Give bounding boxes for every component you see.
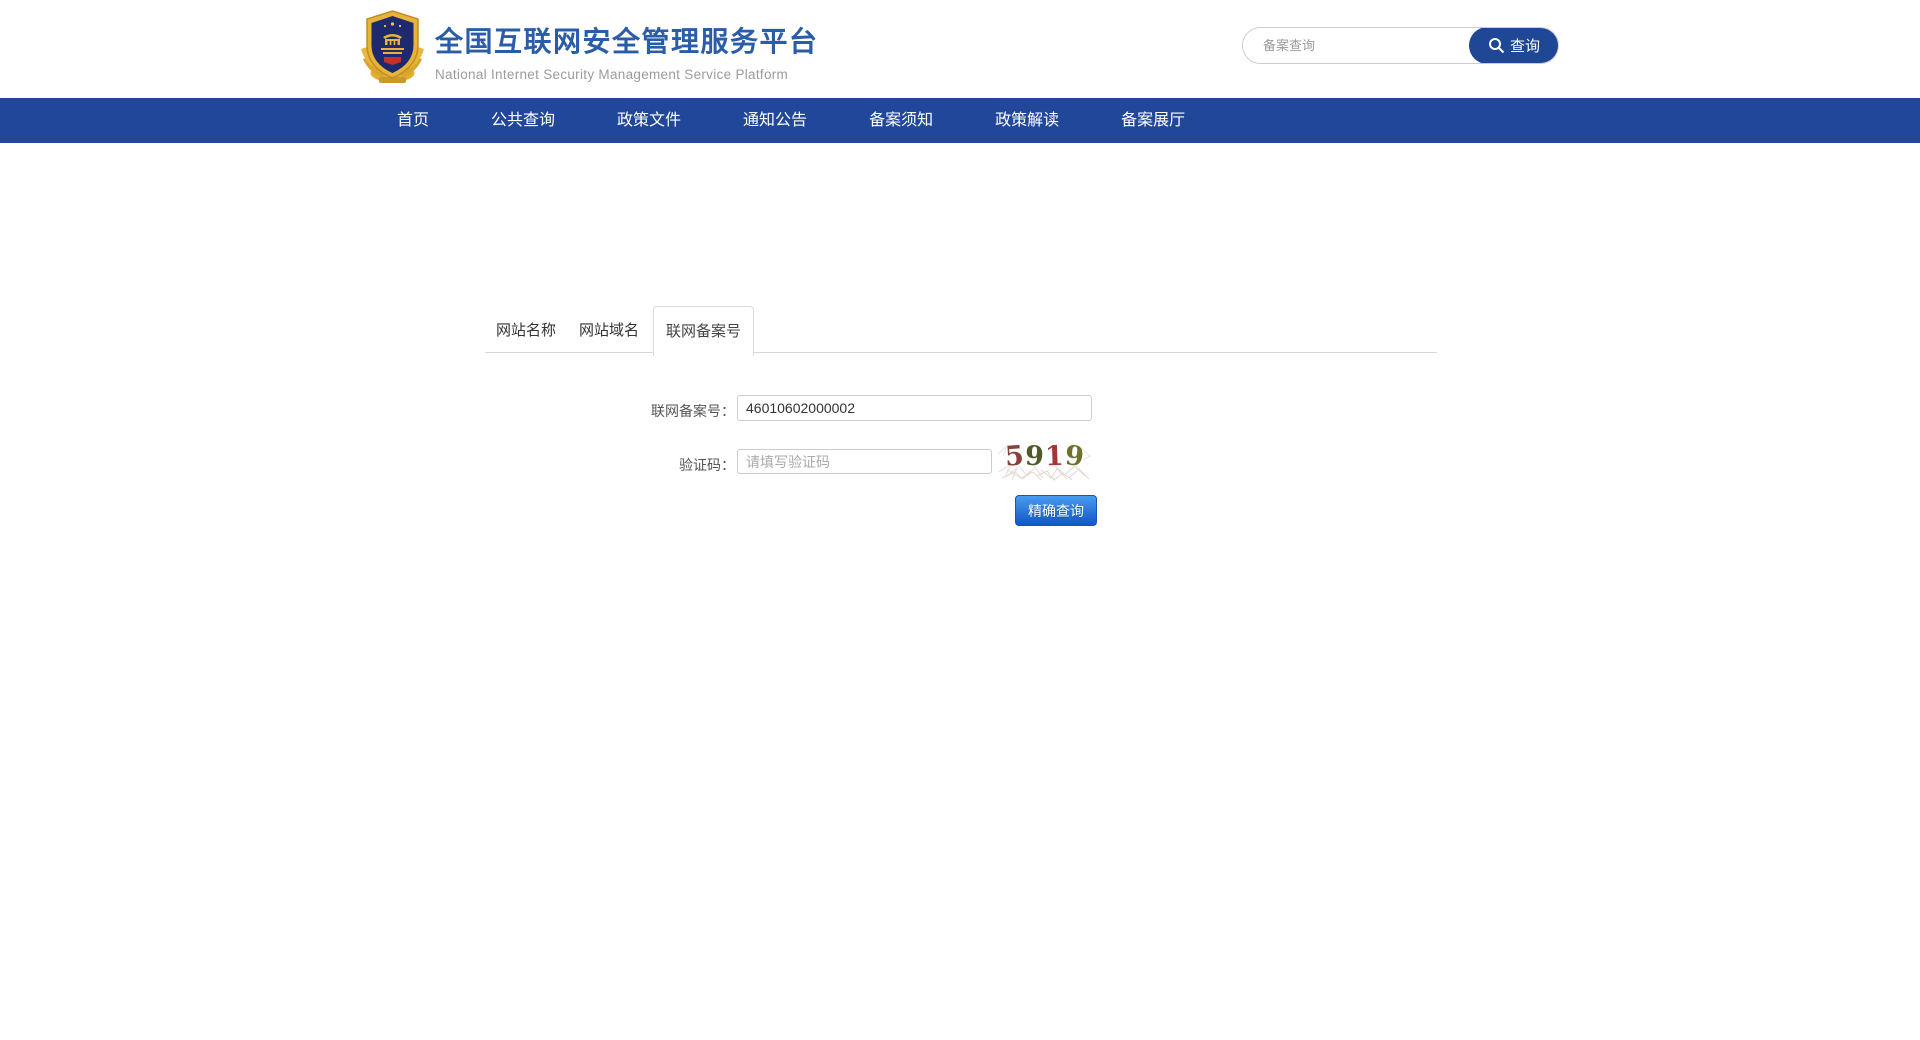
nav-item-filing-hall[interactable]: 备案展厅 — [1090, 98, 1216, 143]
exact-query-button[interactable]: 精确查询 — [1015, 495, 1097, 526]
captcha-digit: 1 — [1044, 442, 1064, 472]
record-number-input[interactable] — [737, 395, 1092, 421]
captcha-input[interactable] — [737, 449, 992, 474]
captcha-digit: 5 — [1004, 442, 1025, 473]
header-search: 查询 — [1242, 27, 1559, 64]
police-badge-logo — [359, 7, 426, 87]
brand-block: 全国互联网安全管理服务平台 National Internet Security… — [435, 20, 819, 82]
captcha-digit: 9 — [1064, 442, 1085, 473]
captcha-digit: 9 — [1024, 442, 1044, 472]
nav-item-home[interactable]: 首页 — [366, 98, 460, 143]
main-content: 网站名称 网站域名 联网备案号 联网备案号： 验证码： 5 9 1 — [0, 143, 1920, 1040]
nav-item-filing-instructions[interactable]: 备案须知 — [838, 98, 964, 143]
captcha-image[interactable]: 5 9 1 9 — [997, 442, 1092, 481]
search-button-label: 查询 — [1510, 35, 1540, 56]
captcha-code: 5 9 1 9 — [997, 442, 1092, 472]
tab-filing-number[interactable]: 联网备案号 — [653, 306, 754, 356]
tab-website-name[interactable]: 网站名称 — [480, 306, 572, 356]
nav-item-policy-interpretation[interactable]: 政策解读 — [964, 98, 1090, 143]
search-input[interactable] — [1243, 28, 1470, 63]
captcha-label: 验证码： — [505, 455, 735, 475]
nav-item-public-query[interactable]: 公共查询 — [460, 98, 586, 143]
page-header: 全国互联网安全管理服务平台 National Internet Security… — [0, 0, 1920, 98]
main-navbar: 首页 公共查询 政策文件 通知公告 备案须知 政策解读 备案展厅 — [0, 98, 1920, 143]
search-icon — [1488, 37, 1505, 54]
site-title: 全国互联网安全管理服务平台 — [435, 20, 819, 60]
record-number-label: 联网备案号： — [505, 401, 735, 421]
tab-website-domain[interactable]: 网站域名 — [563, 306, 655, 356]
nav-item-policy-documents[interactable]: 政策文件 — [586, 98, 712, 143]
site-subtitle: National Internet Security Management Se… — [435, 67, 819, 82]
nav-list: 首页 公共查询 政策文件 通知公告 备案须知 政策解读 备案展厅 — [0, 98, 1920, 143]
search-button[interactable]: 查询 — [1469, 27, 1559, 64]
nav-item-notices[interactable]: 通知公告 — [712, 98, 838, 143]
